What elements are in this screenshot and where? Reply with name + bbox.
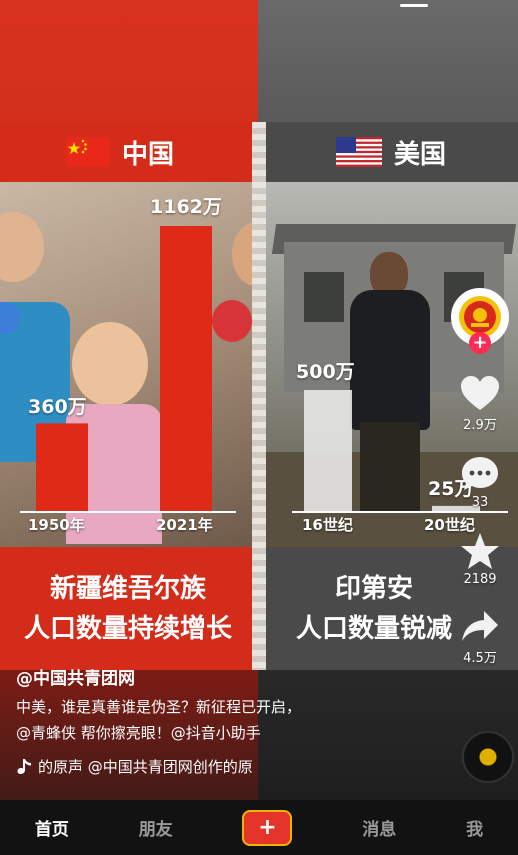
- music-note-icon: [17, 758, 31, 774]
- nav-home[interactable]: 首页: [35, 815, 69, 840]
- china-header: 中国: [66, 132, 174, 172]
- music-label: 的原声 @中国共青团网创作的原: [38, 758, 253, 776]
- nav-me[interactable]: 我: [466, 815, 483, 840]
- music-disc-icon[interactable]: [462, 731, 514, 783]
- population-chart-china: [20, 226, 236, 513]
- follow-plus-icon[interactable]: +: [469, 332, 491, 354]
- china-flag-icon: [66, 137, 110, 167]
- plus-icon: +: [258, 815, 277, 840]
- music-info[interactable]: 的原声 @中国共青团网创作的原: [16, 756, 326, 777]
- favorite-button[interactable]: 2189: [460, 532, 500, 587]
- like-button[interactable]: 2.9万: [460, 376, 500, 433]
- star-icon: [461, 533, 499, 569]
- share-count: 4.5万: [463, 651, 497, 666]
- bar-16世纪: [304, 390, 352, 512]
- like-count: 2.9万: [463, 418, 497, 433]
- x-tick-label: 1950年: [28, 516, 85, 534]
- bar-value-label: 360万: [28, 396, 87, 418]
- video-description: 中美，谁是真善谁是伪圣？新征程已开启， @青蜂侠 帮你擦亮眼！@抖音小助手: [16, 694, 416, 746]
- caption-left-title: 新疆维吾尔族: [49, 574, 206, 604]
- create-button[interactable]: +: [242, 809, 293, 846]
- x-tick-label: 16世纪: [302, 516, 353, 534]
- action-sidebar: + 2.9万 33 2189 4.5万: [450, 288, 510, 666]
- favorite-count: 2189: [463, 572, 497, 587]
- top-indicator: [400, 4, 428, 7]
- description-line: 中美，谁是真善谁是伪圣？新征程已开启，: [16, 698, 302, 716]
- bar-value-label: 500万: [296, 361, 355, 383]
- bottom-nav: 首页 朋友 + 消息 我: [0, 800, 518, 855]
- x-tick-label: 2021年: [156, 516, 213, 534]
- bar-1950年: [36, 423, 88, 512]
- usa-flag-icon: [336, 137, 382, 167]
- usa-header: 美国: [336, 132, 446, 172]
- comment-count: 33: [471, 495, 489, 510]
- heart-icon: [461, 376, 499, 410]
- bar-2021年: [160, 226, 212, 512]
- china-header-label: 中国: [122, 139, 175, 170]
- description-line: @青蜂侠 帮你擦亮眼！@抖音小助手: [16, 724, 261, 742]
- comment-button[interactable]: 33: [460, 455, 500, 510]
- author-avatar[interactable]: +: [451, 288, 509, 354]
- bar-value-label: 1162万: [150, 196, 222, 218]
- caption-left-subtitle: 人口数量持续增长: [23, 614, 232, 644]
- nav-messages[interactable]: 消息: [362, 815, 396, 840]
- usa-header-label: 美国: [394, 139, 447, 170]
- share-icon: [462, 611, 498, 641]
- nav-friends[interactable]: 朋友: [139, 815, 173, 840]
- comment-icon: [462, 457, 498, 490]
- author-name[interactable]: @中国共青团网: [16, 664, 135, 689]
- share-button[interactable]: 4.5万: [460, 609, 500, 666]
